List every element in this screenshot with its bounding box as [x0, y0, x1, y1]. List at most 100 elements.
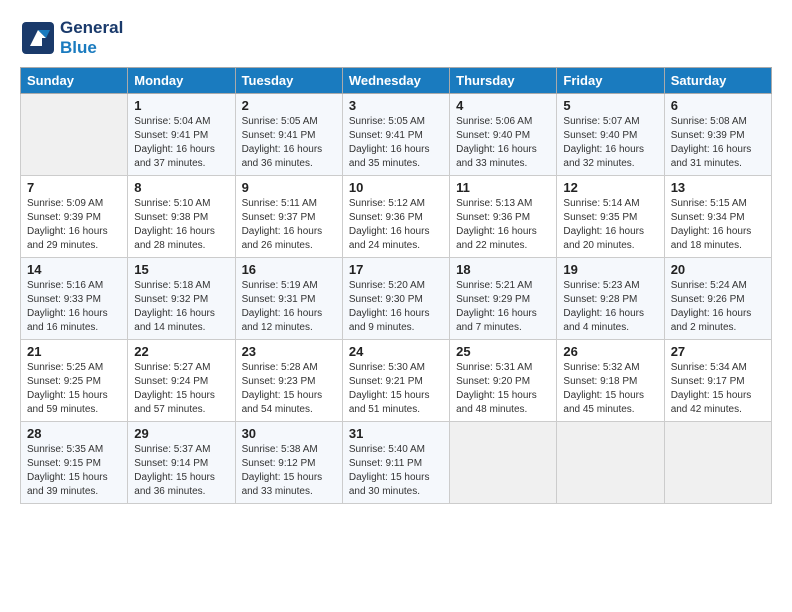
col-header-thursday: Thursday [450, 68, 557, 94]
calendar-cell: 25 Sunrise: 5:31 AM Sunset: 9:20 PM Dayli… [450, 340, 557, 422]
day-content: Sunrise: 5:25 AM Sunset: 9:25 PM Dayligh… [27, 361, 121, 417]
day-number: 24 [349, 344, 443, 359]
calendar-cell: 11Sunrise: 5:13 AM Sunset: 9:36 PM Dayli… [450, 176, 557, 258]
calendar-cell: 30 Sunrise: 5:38 AM Sunset: 9:12 PM Dayli… [235, 422, 342, 504]
day-number: 25 [456, 344, 550, 359]
day-number: 21 [27, 344, 121, 359]
day-content: Sunrise: 5:40 AM Sunset: 9:11 PM Dayligh… [349, 443, 443, 499]
day-number: 20 [671, 262, 765, 277]
logo-icon [20, 20, 56, 56]
calendar-cell: 15Sunrise: 5:18 AM Sunset: 9:32 PM Dayli… [128, 258, 235, 340]
day-number: 6 [671, 98, 765, 113]
calendar-cell: 4Sunrise: 5:06 AM Sunset: 9:40 PM Daylig… [450, 94, 557, 176]
column-headers: SundayMondayTuesdayWednesdayThursdayFrid… [21, 68, 772, 94]
day-content: Sunrise: 5:12 AM Sunset: 9:36 PM Dayligh… [349, 197, 443, 253]
calendar-cell: 21 Sunrise: 5:25 AM Sunset: 9:25 PM Dayli… [21, 340, 128, 422]
calendar-week-1: 1Sunrise: 5:04 AM Sunset: 9:41 PM Daylig… [21, 94, 772, 176]
day-number: 16 [242, 262, 336, 277]
day-number: 2 [242, 98, 336, 113]
calendar-cell [557, 422, 664, 504]
col-header-sunday: Sunday [21, 68, 128, 94]
day-content: Sunrise: 5:37 AM Sunset: 9:14 PM Dayligh… [134, 443, 228, 499]
day-content: Sunrise: 5:14 AM Sunset: 9:35 PM Dayligh… [563, 197, 657, 253]
calendar-cell: 20 Sunrise: 5:24 AM Sunset: 9:26 PM Dayli… [664, 258, 771, 340]
day-content: Sunrise: 5:20 AM Sunset: 9:30 PM Dayligh… [349, 279, 443, 335]
day-number: 5 [563, 98, 657, 113]
calendar-cell: 13 Sunrise: 5:15 AM Sunset: 9:34 PM Dayli… [664, 176, 771, 258]
day-content: Sunrise: 5:24 AM Sunset: 9:26 PM Dayligh… [671, 279, 765, 335]
day-content: Sunrise: 5:06 AM Sunset: 9:40 PM Dayligh… [456, 115, 550, 171]
calendar-cell: 6Sunrise: 5:08 AM Sunset: 9:39 PM Daylig… [664, 94, 771, 176]
calendar-cell: 8 Sunrise: 5:10 AM Sunset: 9:38 PM Daylig… [128, 176, 235, 258]
page: General Blue SundayMondayTuesdayWednesda… [0, 0, 792, 514]
day-number: 8 [134, 180, 228, 195]
day-content: Sunrise: 5:31 AM Sunset: 9:20 PM Dayligh… [456, 361, 550, 417]
col-header-wednesday: Wednesday [342, 68, 449, 94]
day-number: 3 [349, 98, 443, 113]
day-number: 15 [134, 262, 228, 277]
calendar-cell: 17 Sunrise: 5:20 AM Sunset: 9:30 PM Dayli… [342, 258, 449, 340]
day-number: 29 [134, 426, 228, 441]
calendar-cell [450, 422, 557, 504]
day-content: Sunrise: 5:07 AM Sunset: 9:40 PM Dayligh… [563, 115, 657, 171]
day-content: Sunrise: 5:32 AM Sunset: 9:18 PM Dayligh… [563, 361, 657, 417]
calendar-cell: 3Sunrise: 5:05 AM Sunset: 9:41 PM Daylig… [342, 94, 449, 176]
calendar-cell: 9 Sunrise: 5:11 AM Sunset: 9:37 PM Daylig… [235, 176, 342, 258]
calendar-cell: 16 Sunrise: 5:19 AM Sunset: 9:31 PM Dayli… [235, 258, 342, 340]
day-number: 9 [242, 180, 336, 195]
day-content: Sunrise: 5:34 AM Sunset: 9:17 PM Dayligh… [671, 361, 765, 417]
calendar-cell: 2 Sunrise: 5:05 AM Sunset: 9:41 PM Daylig… [235, 94, 342, 176]
day-number: 19 [563, 262, 657, 277]
day-number: 18 [456, 262, 550, 277]
day-number: 30 [242, 426, 336, 441]
day-number: 1 [134, 98, 228, 113]
day-number: 22 [134, 344, 228, 359]
calendar-cell: 12 Sunrise: 5:14 AM Sunset: 9:35 PM Dayli… [557, 176, 664, 258]
calendar-cell [21, 94, 128, 176]
calendar-cell: 27 Sunrise: 5:34 AM Sunset: 9:17 PM Dayli… [664, 340, 771, 422]
day-number: 14 [27, 262, 121, 277]
calendar-cell: 28Sunrise: 5:35 AM Sunset: 9:15 PM Dayli… [21, 422, 128, 504]
day-number: 10 [349, 180, 443, 195]
day-number: 28 [27, 426, 121, 441]
day-content: Sunrise: 5:19 AM Sunset: 9:31 PM Dayligh… [242, 279, 336, 335]
day-content: Sunrise: 5:38 AM Sunset: 9:12 PM Dayligh… [242, 443, 336, 499]
calendar-cell: 24 Sunrise: 5:30 AM Sunset: 9:21 PM Dayli… [342, 340, 449, 422]
calendar-week-4: 21 Sunrise: 5:25 AM Sunset: 9:25 PM Dayli… [21, 340, 772, 422]
calendar-cell: 18 Sunrise: 5:21 AM Sunset: 9:29 PM Dayli… [450, 258, 557, 340]
col-header-monday: Monday [128, 68, 235, 94]
calendar-cell: 29 Sunrise: 5:37 AM Sunset: 9:14 PM Dayli… [128, 422, 235, 504]
calendar-cell: 10 Sunrise: 5:12 AM Sunset: 9:36 PM Dayli… [342, 176, 449, 258]
col-header-friday: Friday [557, 68, 664, 94]
day-content: Sunrise: 5:05 AM Sunset: 9:41 PM Dayligh… [242, 115, 336, 171]
day-content: Sunrise: 5:09 AM Sunset: 9:39 PM Dayligh… [27, 197, 121, 253]
col-header-saturday: Saturday [664, 68, 771, 94]
day-number: 23 [242, 344, 336, 359]
calendar-cell: 31Sunrise: 5:40 AM Sunset: 9:11 PM Dayli… [342, 422, 449, 504]
day-number: 26 [563, 344, 657, 359]
day-content: Sunrise: 5:15 AM Sunset: 9:34 PM Dayligh… [671, 197, 765, 253]
day-content: Sunrise: 5:23 AM Sunset: 9:28 PM Dayligh… [563, 279, 657, 335]
col-header-tuesday: Tuesday [235, 68, 342, 94]
day-content: Sunrise: 5:16 AM Sunset: 9:33 PM Dayligh… [27, 279, 121, 335]
day-number: 17 [349, 262, 443, 277]
day-number: 7 [27, 180, 121, 195]
day-content: Sunrise: 5:10 AM Sunset: 9:38 PM Dayligh… [134, 197, 228, 253]
calendar-table: SundayMondayTuesdayWednesdayThursdayFrid… [20, 67, 772, 504]
day-number: 13 [671, 180, 765, 195]
day-content: Sunrise: 5:13 AM Sunset: 9:36 PM Dayligh… [456, 197, 550, 253]
day-content: Sunrise: 5:11 AM Sunset: 9:37 PM Dayligh… [242, 197, 336, 253]
calendar-body: 1Sunrise: 5:04 AM Sunset: 9:41 PM Daylig… [21, 94, 772, 504]
calendar-cell: 19 Sunrise: 5:23 AM Sunset: 9:28 PM Dayli… [557, 258, 664, 340]
day-content: Sunrise: 5:21 AM Sunset: 9:29 PM Dayligh… [456, 279, 550, 335]
logo-text: General Blue [60, 18, 123, 57]
day-number: 12 [563, 180, 657, 195]
calendar-week-3: 14 Sunrise: 5:16 AM Sunset: 9:33 PM Dayli… [21, 258, 772, 340]
calendar-cell: 1Sunrise: 5:04 AM Sunset: 9:41 PM Daylig… [128, 94, 235, 176]
calendar-cell: 26 Sunrise: 5:32 AM Sunset: 9:18 PM Dayli… [557, 340, 664, 422]
header: General Blue [20, 18, 772, 57]
day-number: 27 [671, 344, 765, 359]
calendar-cell: 7 Sunrise: 5:09 AM Sunset: 9:39 PM Daylig… [21, 176, 128, 258]
logo: General Blue [20, 18, 123, 57]
day-content: Sunrise: 5:30 AM Sunset: 9:21 PM Dayligh… [349, 361, 443, 417]
